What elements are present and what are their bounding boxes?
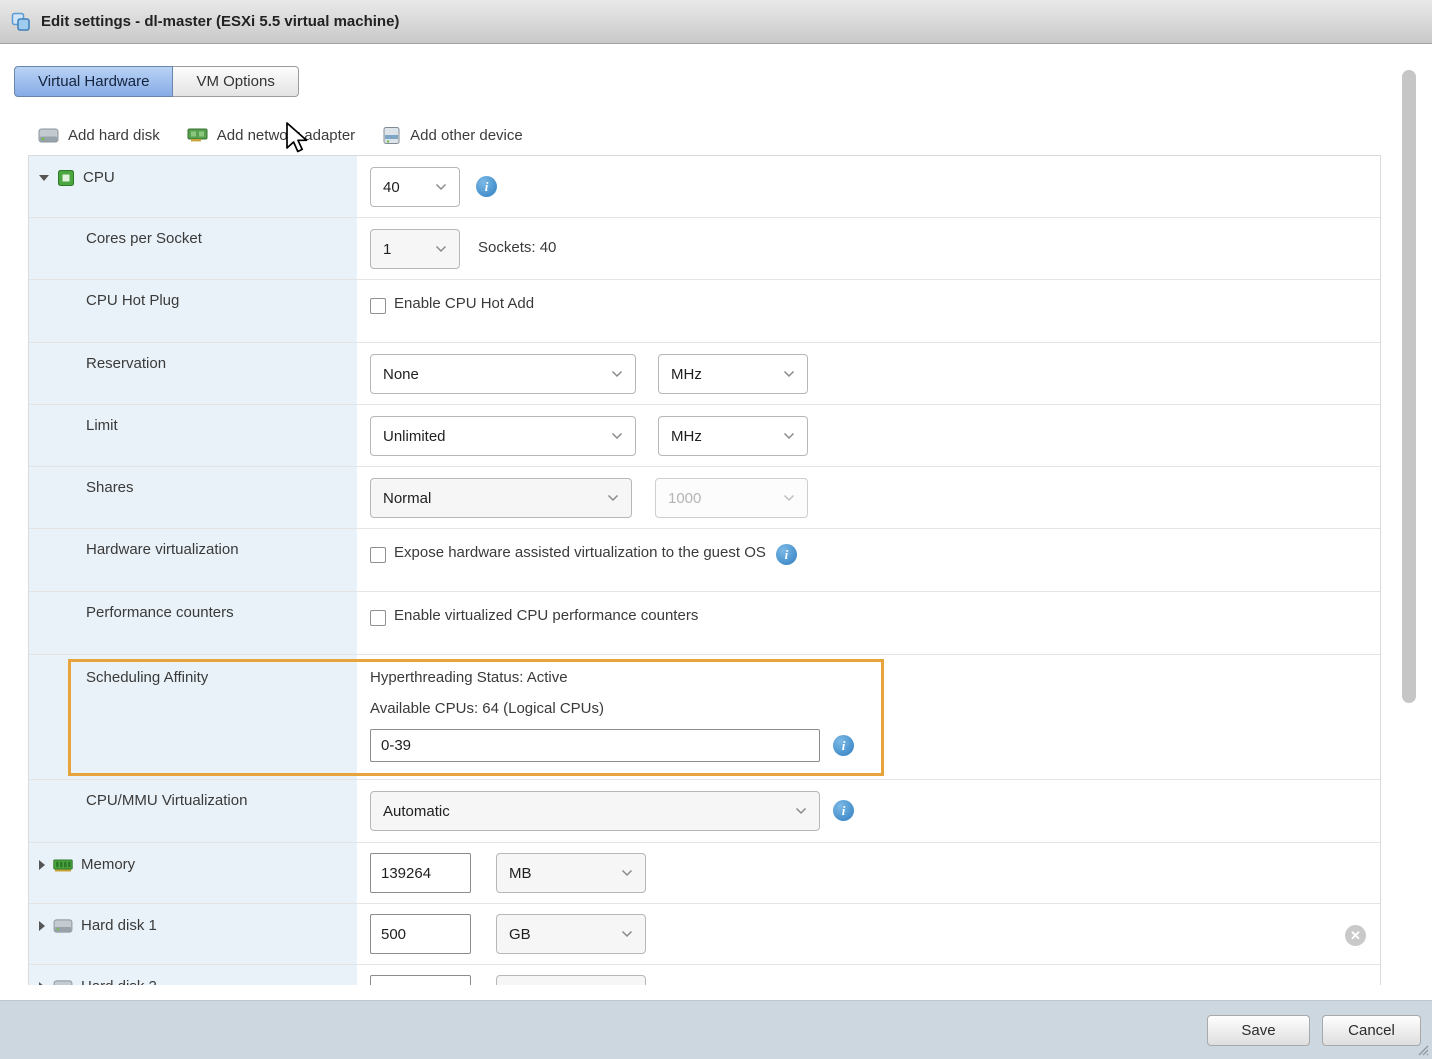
collapse-arrow-icon[interactable] <box>39 175 49 181</box>
other-device-icon <box>382 126 401 145</box>
sockets-count-text: Sockets: 40 <box>478 239 556 256</box>
chevron-down-icon <box>621 930 633 938</box>
expand-arrow-icon[interactable] <box>39 921 45 931</box>
cancel-button[interactable]: Cancel <box>1322 1015 1421 1046</box>
hard-disk-icon <box>38 127 59 144</box>
hw-virtualization-info-icon[interactable]: i <box>776 544 797 565</box>
row-cpu-hot-plug: CPU Hot Plug Enable CPU Hot Add <box>29 280 1380 343</box>
row-cpu-mmu-virtualization: CPU/MMU Virtualization Automatic i <box>29 780 1380 843</box>
row-label: Cores per Socket <box>29 218 357 279</box>
enable-cpu-hot-add-checkbox[interactable] <box>370 298 386 314</box>
row-performance-counters: Performance counters Enable virtualized … <box>29 592 1380 655</box>
row-label: Limit <box>29 405 357 466</box>
row-label: Scheduling Affinity <box>29 655 357 779</box>
save-button[interactable]: Save <box>1207 1015 1310 1046</box>
reservation-select[interactable]: None <box>370 354 636 394</box>
tab-vm-options[interactable]: VM Options <box>173 66 298 97</box>
scheduling-affinity-info-icon[interactable]: i <box>833 735 854 756</box>
chevron-down-icon <box>783 432 795 440</box>
dialog-titlebar: Edit settings - dl-master (ESXi 5.5 virt… <box>0 0 1432 44</box>
row-hard-disk-2: Hard disk 2 <box>29 965 1380 985</box>
hard-disk-2-size-input[interactable] <box>370 975 471 985</box>
add-network-adapter-button[interactable]: Add network adapter <box>187 127 355 144</box>
row-label: Hard disk 1 <box>81 917 157 934</box>
add-hard-disk-button[interactable]: Add hard disk <box>38 127 160 144</box>
add-hard-disk-label: Add hard disk <box>68 127 160 144</box>
reservation-unit-select[interactable]: MHz <box>658 354 808 394</box>
row-limit: Limit Unlimited MHz <box>29 405 1380 467</box>
cpu-icon <box>57 169 75 187</box>
row-cores-per-socket: Cores per Socket 1 Sockets: 40 <box>29 218 1380 280</box>
vertical-scrollbar-thumb[interactable] <box>1402 70 1416 703</box>
hyperthreading-status-text: Hyperthreading Status: Active <box>370 667 1380 689</box>
row-label: Memory <box>81 856 135 873</box>
cpu-count-select[interactable]: 40 <box>370 167 460 207</box>
hard-disk-2-unit-select[interactable] <box>496 975 646 985</box>
row-cpu: CPU 40 i <box>29 156 1380 218</box>
shares-amount-select[interactable]: 1000 <box>655 478 808 518</box>
add-other-device-button[interactable]: Add other device <box>382 126 523 145</box>
add-network-adapter-label: Add network adapter <box>217 127 355 144</box>
scheduling-affinity-input[interactable] <box>370 729 820 762</box>
hard-disk-icon <box>53 918 73 934</box>
row-label: CPU Hot Plug <box>29 280 357 342</box>
row-shares: Shares Normal 1000 <box>29 467 1380 529</box>
row-label: CPU <box>83 169 115 186</box>
resize-handle-icon[interactable] <box>1416 1043 1429 1056</box>
row-hardware-virtualization: Hardware virtualization Expose hardware … <box>29 529 1380 592</box>
add-other-device-label: Add other device <box>410 127 523 144</box>
remove-hard-disk-1-button[interactable]: ✕ <box>1345 925 1366 946</box>
limit-select[interactable]: Unlimited <box>370 416 636 456</box>
virtual-hardware-table: CPU 40 i Cores per Socket 1 Sockets: 40 <box>28 155 1381 985</box>
chevron-down-icon <box>435 245 447 253</box>
hard-disk-1-unit-select[interactable]: GB <box>496 914 646 954</box>
expand-arrow-icon[interactable] <box>39 982 45 985</box>
checkbox-label: Expose hardware assisted virtualization … <box>394 544 766 561</box>
enable-perf-counters-checkbox[interactable] <box>370 610 386 626</box>
row-label: Reservation <box>29 343 357 404</box>
limit-unit-select[interactable]: MHz <box>658 416 808 456</box>
cores-per-socket-select[interactable]: 1 <box>370 229 460 269</box>
hard-disk-1-size-input[interactable] <box>370 914 471 954</box>
chevron-down-icon <box>611 432 623 440</box>
tab-virtual-hardware[interactable]: Virtual Hardware <box>14 66 173 97</box>
row-label: Performance counters <box>29 592 357 654</box>
hard-disk-icon <box>53 979 73 985</box>
row-hard-disk-1: Hard disk 1 GB ✕ <box>29 904 1380 965</box>
tab-bar: Virtual Hardware VM Options <box>14 66 299 97</box>
chevron-down-icon <box>795 807 807 815</box>
checkbox-label: Enable virtualized CPU performance count… <box>394 607 698 624</box>
vm-icon <box>10 11 32 33</box>
chevron-down-icon <box>611 370 623 378</box>
network-adapter-icon <box>187 128 208 142</box>
shares-select[interactable]: Normal <box>370 478 632 518</box>
chevron-down-icon <box>783 494 795 502</box>
dialog-title: Edit settings - dl-master (ESXi 5.5 virt… <box>41 13 399 30</box>
row-scheduling-affinity: Scheduling Affinity Hyperthreading Statu… <box>29 655 1380 780</box>
cpu-mmu-info-icon[interactable]: i <box>833 800 854 821</box>
memory-icon <box>53 859 73 872</box>
memory-size-input[interactable] <box>370 853 471 893</box>
edit-settings-dialog: Edit settings - dl-master (ESXi 5.5 virt… <box>0 0 1432 1059</box>
memory-unit-select[interactable]: MB <box>496 853 646 893</box>
row-reservation: Reservation None MHz <box>29 343 1380 405</box>
available-cpus-text: Available CPUs: 64 (Logical CPUs) <box>370 698 1380 720</box>
row-label: Hard disk 2 <box>81 978 157 985</box>
expose-hw-virtualization-checkbox[interactable] <box>370 547 386 563</box>
device-toolbar: Add hard disk Add network adapter Add ot… <box>38 121 523 149</box>
row-label: Shares <box>29 467 357 528</box>
checkbox-label: Enable CPU Hot Add <box>394 295 534 312</box>
chevron-down-icon <box>435 183 447 191</box>
chevron-down-icon <box>607 494 619 502</box>
chevron-down-icon <box>783 370 795 378</box>
row-label: Hardware virtualization <box>29 529 357 591</box>
cpu-info-icon[interactable]: i <box>476 176 497 197</box>
cpu-mmu-select[interactable]: Automatic <box>370 791 820 831</box>
dialog-footer: Save Cancel <box>0 1000 1432 1059</box>
chevron-down-icon <box>621 869 633 877</box>
row-label: CPU/MMU Virtualization <box>29 780 357 842</box>
row-memory: Memory MB <box>29 843 1380 904</box>
expand-arrow-icon[interactable] <box>39 860 45 870</box>
